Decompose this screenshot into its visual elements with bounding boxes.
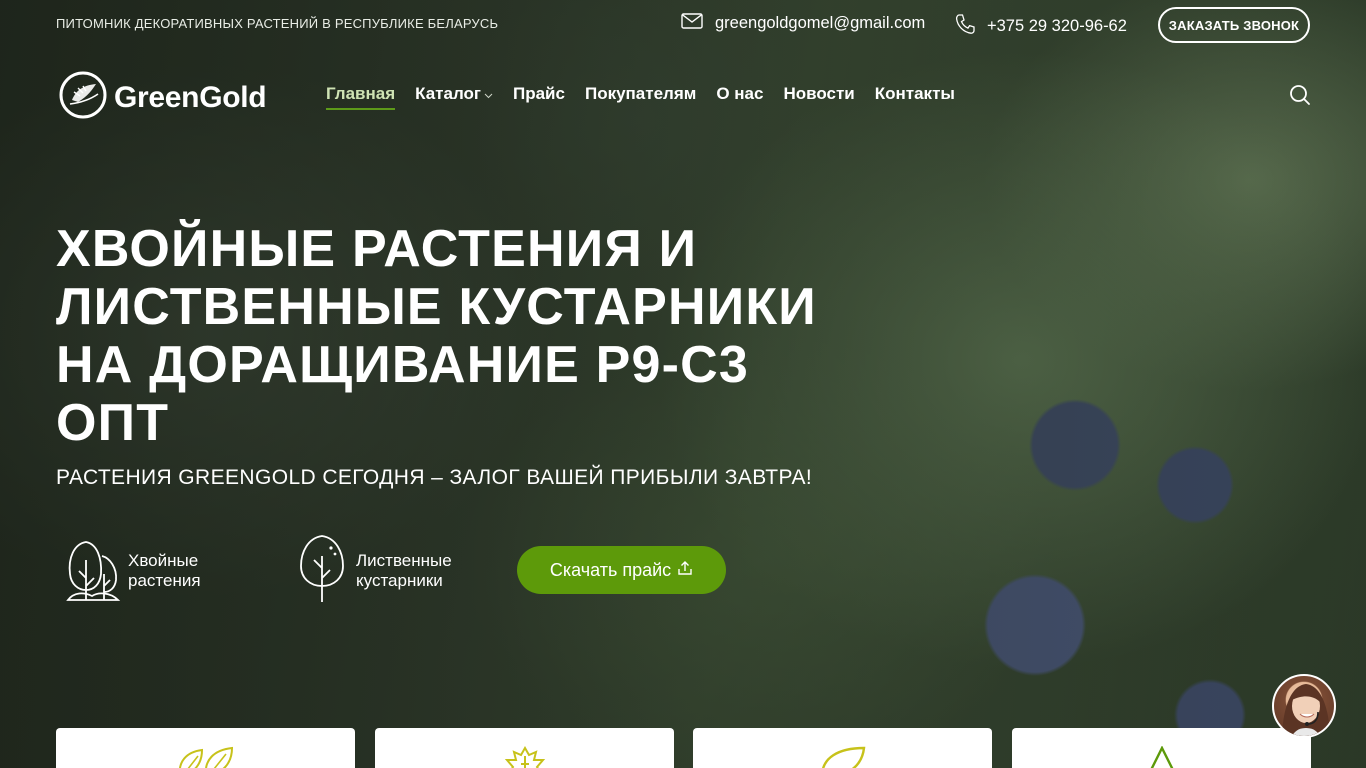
download-price-button[interactable]: Скачать прайс [517,546,726,594]
download-price-label: Скачать прайс [549,559,672,580]
logo-text: GreenGold [114,80,267,114]
category-label: Хвойные растения [128,551,201,591]
mail-icon [681,13,703,34]
phone-text: +375 29 320-96-62 [987,17,1127,35]
search-icon [1289,85,1311,110]
fir-tree-icon [1146,745,1178,768]
nav-label: О нас [716,84,764,103]
hero-title-line: ЛИСТВЕННЫЕ КУСТАРНИКИ [56,278,817,336]
nav-item-customers[interactable]: Покупателям [585,84,696,110]
deciduous-tree-icon [298,534,350,607]
hero-subtitle: РАСТЕНИЯ GREENGOLD СЕГОДНЯ – ЗАЛОГ ВАШЕЙ… [56,466,813,489]
nav-label: Каталог [415,84,481,103]
category-deciduous[interactable]: Лиственные кустарники [298,534,452,607]
upload-icon [677,560,693,581]
search-button[interactable] [1289,84,1311,111]
nav-label: Прайс [513,84,565,103]
feature-card [375,728,674,768]
phone-link[interactable]: +375 29 320-96-62 [955,13,1127,40]
leaf-icon [818,746,868,768]
support-agent-icon [1282,684,1330,736]
nav-label: Новости [783,84,855,103]
category-label-line: растения [128,570,201,590]
nav-item-catalog[interactable]: Каталог [415,84,493,110]
nav-item-contacts[interactable]: Контакты [875,84,955,110]
logo[interactable]: GreenGold [58,70,267,125]
feature-card [56,728,355,768]
nav-item-news[interactable]: Новости [783,84,854,110]
topbar-tagline: ПИТОМНИК ДЕКОРАТИВНЫХ РАСТЕНИЙ В РЕСПУБЛ… [56,16,499,31]
category-conifers[interactable]: Хвойные растения [64,534,201,607]
main-nav: Главная Каталог Прайс Покупателям О нас … [326,84,955,110]
leaves-icon [176,746,236,768]
hero-title-line: НА ДОРАЩИВАНИЕ Р9-С3 [56,336,750,394]
nav-item-about[interactable]: О нас [716,84,763,110]
email-link[interactable]: greengoldgomel@gmail.com [681,13,925,34]
category-label-line: Хвойные [128,550,199,570]
category-label-line: кустарники [356,570,443,590]
nav-item-price[interactable]: Прайс [513,84,565,110]
nav-label: Покупателям [584,84,697,103]
conifer-icon [64,534,122,607]
nav-item-home[interactable]: Главная [326,84,396,110]
logo-emblem-icon [58,70,108,125]
feature-card [693,728,992,768]
maple-leaf-icon [503,745,547,768]
chevron-down-icon [484,84,493,104]
nav-label: Главная [326,84,396,103]
hero-title: ХВОЙНЫЕ РАСТЕНИЯ И ЛИСТВЕННЫЕ КУСТАРНИКИ… [56,220,856,452]
nav-label: Контакты [874,84,955,103]
order-call-button[interactable]: ЗАКАЗАТЬ ЗВОНОК [1158,7,1310,43]
hero-title-line: ОПТ [56,394,170,452]
email-text: greengoldgomel@gmail.com [715,14,926,32]
category-label-line: Лиственные [356,550,452,570]
online-chat-avatar[interactable] [1272,674,1336,738]
category-label: Лиственные кустарники [356,551,452,591]
phone-icon [955,13,975,40]
hero-title-line: ХВОЙНЫЕ РАСТЕНИЯ И [56,220,698,278]
feature-card [1012,728,1311,768]
